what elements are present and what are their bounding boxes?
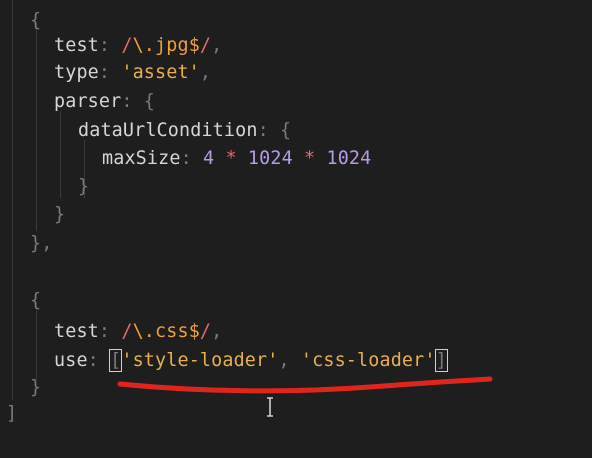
code-token-punct: :: [257, 120, 281, 141]
code-token-punct: :: [98, 35, 122, 56]
code-token-ident: maxSize: [102, 148, 181, 169]
code-token-regexdelim: /: [121, 321, 133, 342]
code-token-ident: use: [54, 350, 88, 371]
code-line[interactable]: }: [54, 200, 65, 229]
code-token-num: 4: [203, 148, 215, 169]
code-token-punct: }: [30, 377, 42, 398]
red-underline-stroke: [117, 376, 493, 394]
code-token-punct: },: [30, 233, 53, 254]
code-line[interactable]: },: [30, 229, 52, 258]
code-token-punct: [: [109, 349, 123, 372]
code-token-punct: {: [280, 120, 292, 141]
indent-guide: [36, 24, 37, 231]
indent-guide: [36, 310, 37, 380]
code-token-ident: test: [54, 35, 99, 56]
code-token-num: 1024: [247, 148, 293, 169]
code-token-str: 'css-loader': [300, 350, 436, 371]
code-token-punct: {: [143, 91, 156, 112]
code-token-punct: {: [30, 290, 42, 311]
code-editor[interactable]: {test: /\.jpg$/, type: 'asset', parser: {d…: [0, 0, 592, 458]
code-token-punct: :: [87, 350, 111, 371]
code-token-punct: :: [121, 91, 144, 112]
code-line[interactable]: ]: [6, 399, 17, 428]
code-token-punct: ,: [199, 62, 212, 83]
code-line[interactable]: {: [30, 6, 41, 35]
code-token-punct: {: [30, 10, 42, 31]
code-line[interactable]: }: [78, 172, 89, 201]
code-token-punct: :: [98, 62, 122, 83]
indent-guide: [12, 0, 13, 400]
code-token-regexdelim: /: [121, 35, 133, 56]
code-token-str: 'style-loader': [121, 350, 279, 371]
code-line[interactable]: type: 'asset',: [54, 58, 211, 87]
code-line[interactable]: use: ['style-loader', 'css-loader']: [54, 346, 448, 375]
code-token-punct: :: [98, 321, 122, 342]
indent-guide: [60, 111, 61, 198]
code-token-regex: \.css$: [132, 321, 200, 342]
code-token-regex: \.jpg$: [132, 35, 200, 56]
code-line[interactable]: {: [30, 286, 41, 315]
code-line[interactable]: dataUrlCondition: {: [78, 116, 291, 145]
code-line[interactable]: test: /\.css$/,: [54, 317, 222, 346]
code-token-regexdelim: /: [199, 35, 212, 56]
code-token-punct: :: [180, 148, 204, 169]
code-line[interactable]: maxSize: 4 * 1024 * 1024: [102, 144, 371, 173]
code-token-op: *: [214, 148, 248, 169]
code-token-str: 'asset': [121, 62, 200, 83]
code-token-ident: test: [54, 321, 99, 342]
code-token-punct: ]: [434, 349, 448, 372]
code-token-ident: dataUrlCondition: [78, 120, 258, 141]
code-token-regexdelim: /: [199, 321, 212, 342]
code-token-punct: ]: [6, 403, 18, 424]
code-token-num: 1024: [326, 148, 372, 169]
code-token-punct: ,: [278, 350, 301, 371]
code-line[interactable]: parser: {: [54, 87, 155, 116]
code-token-op: *: [292, 148, 327, 169]
code-token-ident: type: [54, 62, 99, 83]
code-token-punct: }: [54, 204, 66, 225]
code-token-punct: ,: [211, 35, 223, 56]
code-token-punct: ,: [211, 321, 223, 342]
i-beam-cursor-icon: [267, 397, 273, 417]
code-line[interactable]: test: /\.jpg$/,: [54, 31, 222, 60]
code-token-punct: }: [78, 176, 90, 197]
code-token-ident: parser: [54, 91, 122, 112]
code-line[interactable]: }: [30, 373, 41, 402]
